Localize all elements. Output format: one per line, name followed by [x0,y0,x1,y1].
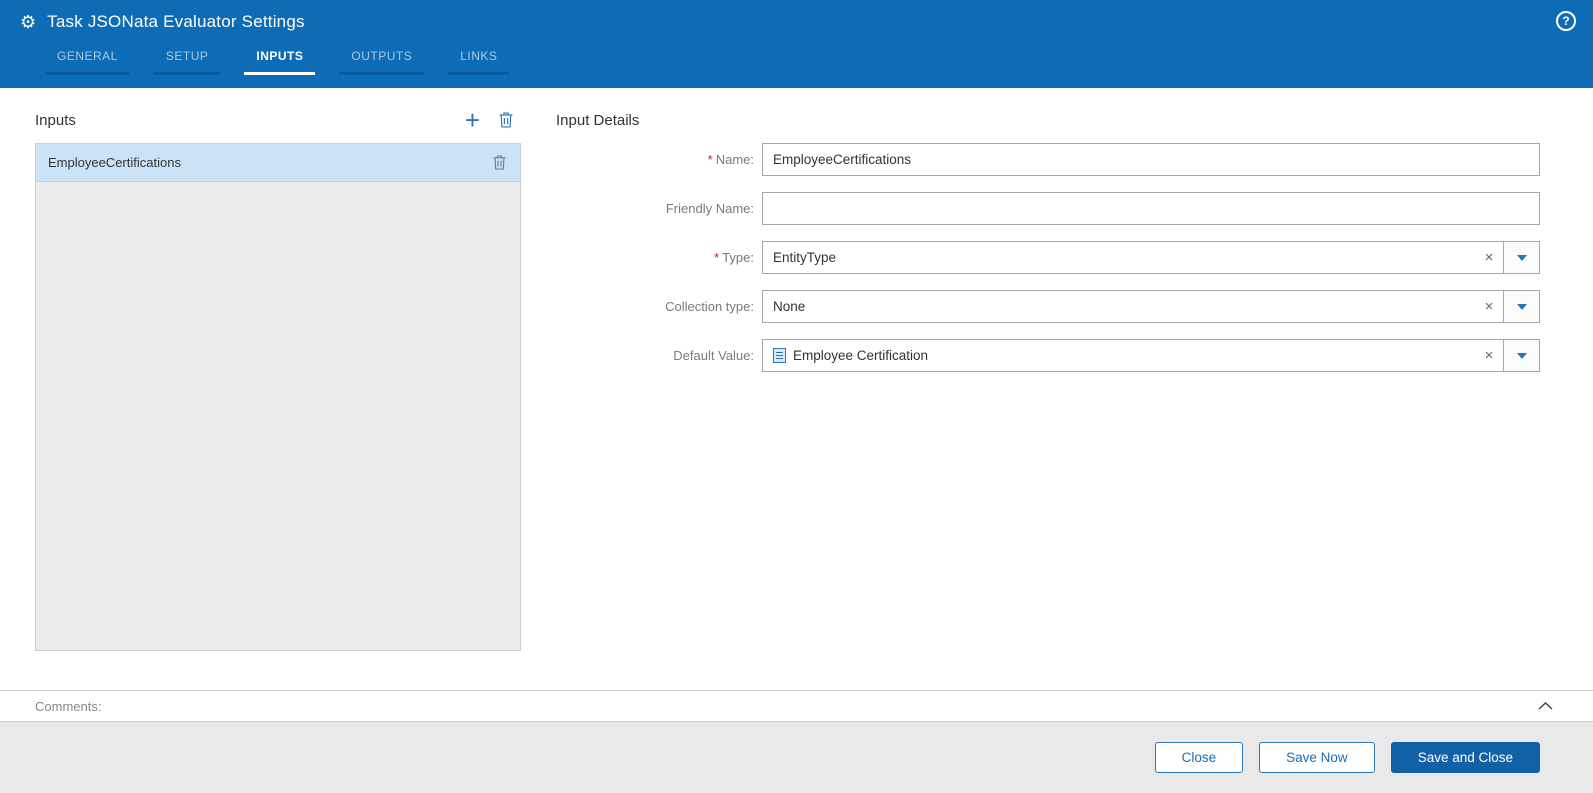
default-value-combo[interactable]: Employee Certification × [762,339,1540,372]
required-marker: * [707,152,713,167]
tab-general[interactable]: GENERAL [45,44,130,75]
trash-icon [493,155,506,170]
name-label-wrap: * Name: [556,152,762,167]
delete-row-button[interactable] [493,155,506,170]
required-marker: * [714,250,720,265]
comments-bar: Comments: [0,690,1593,722]
chevron-down-icon [1516,352,1527,359]
tab-inputs[interactable]: INPUTS [244,44,316,75]
clear-icon[interactable]: × [1475,347,1503,364]
list-item[interactable]: EmployeeCertifications [36,144,520,182]
delete-input-button[interactable] [499,112,513,128]
form-row-type: * Type: EntityType × [556,241,1540,274]
gear-icon: ⚙ [20,12,37,32]
default-value-label-wrap: Default Value: [556,348,762,363]
friendly-name-label: Friendly Name: [665,201,754,216]
type-combo[interactable]: EntityType × [762,241,1540,274]
name-input[interactable] [762,143,1540,176]
form-row-default-value: Default Value: Employee Certification × [556,339,1540,372]
type-label: Type: [722,250,754,265]
input-details-title: Input Details [556,111,640,129]
tab-bar: GENERAL SETUP INPUTS OUTPUTS LINKS [0,44,1593,75]
footer: Close Save Now Save and Close [0,722,1593,793]
default-value-text: Employee Certification [793,348,929,363]
chevron-up-icon [1538,702,1553,710]
form-row-friendly-name: Friendly Name: [556,192,1540,225]
close-button[interactable]: Close [1154,742,1244,773]
form-row-collection-type: Collection type: None × [556,290,1540,323]
collection-type-combo[interactable]: None × [762,290,1540,323]
name-label: Name: [715,152,754,167]
tab-links[interactable]: LINKS [448,44,510,75]
list-item-label: EmployeeCertifications [48,155,181,170]
clear-icon[interactable]: × [1475,249,1503,266]
tab-setup[interactable]: SETUP [153,44,221,75]
add-input-button[interactable]: + [465,107,480,133]
type-dropdown-button[interactable] [1503,242,1539,273]
default-value-dropdown-button[interactable] [1503,340,1539,371]
form-row-name: * Name: [556,143,1540,176]
friendly-name-input[interactable] [762,192,1540,225]
inputs-panel-header: Inputs + [35,104,521,136]
chevron-down-icon [1516,303,1527,310]
title-bar: ⚙ Task JSONata Evaluator Settings [0,0,1593,44]
collection-type-label-wrap: Collection type: [556,299,762,314]
chevron-down-icon [1516,254,1527,261]
comments-label: Comments: [35,698,102,714]
collection-type-dropdown-button[interactable] [1503,291,1539,322]
trash-icon [499,112,513,128]
collection-type-combo-value[interactable]: None [763,299,1475,314]
type-label-wrap: * Type: [556,250,762,265]
save-now-button[interactable]: Save Now [1259,742,1375,773]
inputs-panel: Inputs + EmployeeCertifications [35,104,521,651]
default-value-label: Default Value: [673,348,754,363]
type-combo-value[interactable]: EntityType [763,250,1475,265]
input-details-panel: Input Details *Name: Friendly Name: *Typ… [556,104,1540,388]
friendly-name-label-wrap: Friendly Name: [556,201,762,216]
clear-icon[interactable]: × [1475,298,1503,315]
entity-icon [773,348,786,363]
default-value-combo-value[interactable]: Employee Certification [763,348,1475,363]
header: ⚙ Task JSONata Evaluator Settings ? GENE… [0,0,1593,88]
collapse-comments-button[interactable] [1538,702,1553,710]
inputs-list[interactable]: EmployeeCertifications [35,143,521,651]
page-title: Task JSONata Evaluator Settings [47,12,305,31]
tab-outputs[interactable]: OUTPUTS [339,44,425,75]
help-icon[interactable]: ? [1556,11,1576,31]
inputs-panel-title: Inputs [35,111,76,129]
save-and-close-button[interactable]: Save and Close [1390,742,1540,773]
collection-type-label: Collection type: [665,299,754,314]
